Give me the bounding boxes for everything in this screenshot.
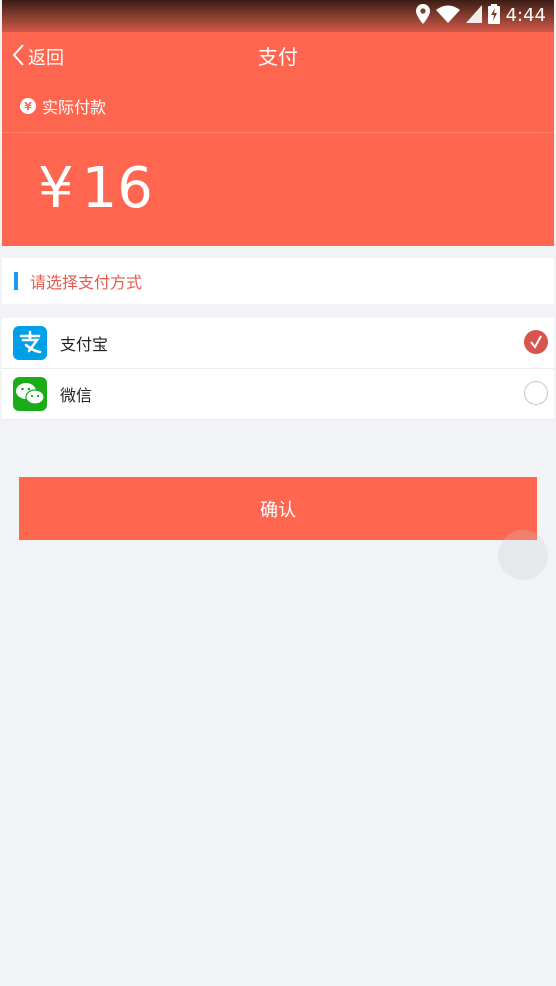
confirm-button[interactable]: 确认 bbox=[19, 477, 537, 540]
wifi-icon bbox=[435, 5, 460, 27]
alipay-icon bbox=[13, 326, 47, 360]
radio-checked-icon[interactable] bbox=[524, 330, 548, 354]
payment-option-wechat[interactable]: 微信 bbox=[2, 369, 554, 420]
app-screen: 4:44 返回 支付 ¥ 实际付款 ¥ 16 请选择支付方式 支付宝 微信 确认 bbox=[2, 0, 554, 986]
header-divider bbox=[2, 132, 554, 133]
payment-section-header: 请选择支付方式 bbox=[2, 258, 554, 304]
wechat-icon bbox=[13, 377, 47, 411]
header: 返回 支付 ¥ 实际付款 ¥ 16 bbox=[2, 32, 554, 246]
paid-row: ¥ 实际付款 bbox=[20, 94, 106, 118]
status-icons: 4:44 bbox=[415, 4, 546, 28]
signal-icon bbox=[465, 5, 482, 27]
page-title: 支付 bbox=[258, 45, 298, 69]
status-time: 4:44 bbox=[505, 5, 546, 26]
amount-display: ¥ 16 bbox=[38, 154, 153, 224]
radio-unchecked-icon[interactable] bbox=[524, 381, 548, 405]
payment-method-list: 支付宝 微信 bbox=[2, 318, 554, 420]
payment-option-label: 支付宝 bbox=[60, 335, 109, 354]
section-accent-bar bbox=[14, 272, 18, 290]
section-label: 请选择支付方式 bbox=[30, 273, 143, 292]
floating-assistive-button[interactable] bbox=[498, 530, 548, 580]
location-icon bbox=[415, 4, 430, 28]
payment-option-label: 微信 bbox=[60, 386, 93, 405]
amount-value: 16 bbox=[81, 156, 153, 221]
currency-symbol: ¥ bbox=[38, 156, 74, 221]
status-bar: 4:44 bbox=[2, 0, 554, 32]
battery-charging-icon bbox=[487, 4, 500, 28]
payment-option-alipay[interactable]: 支付宝 bbox=[2, 318, 554, 369]
yen-icon: ¥ bbox=[20, 98, 36, 114]
paid-label: 实际付款 bbox=[42, 98, 107, 117]
